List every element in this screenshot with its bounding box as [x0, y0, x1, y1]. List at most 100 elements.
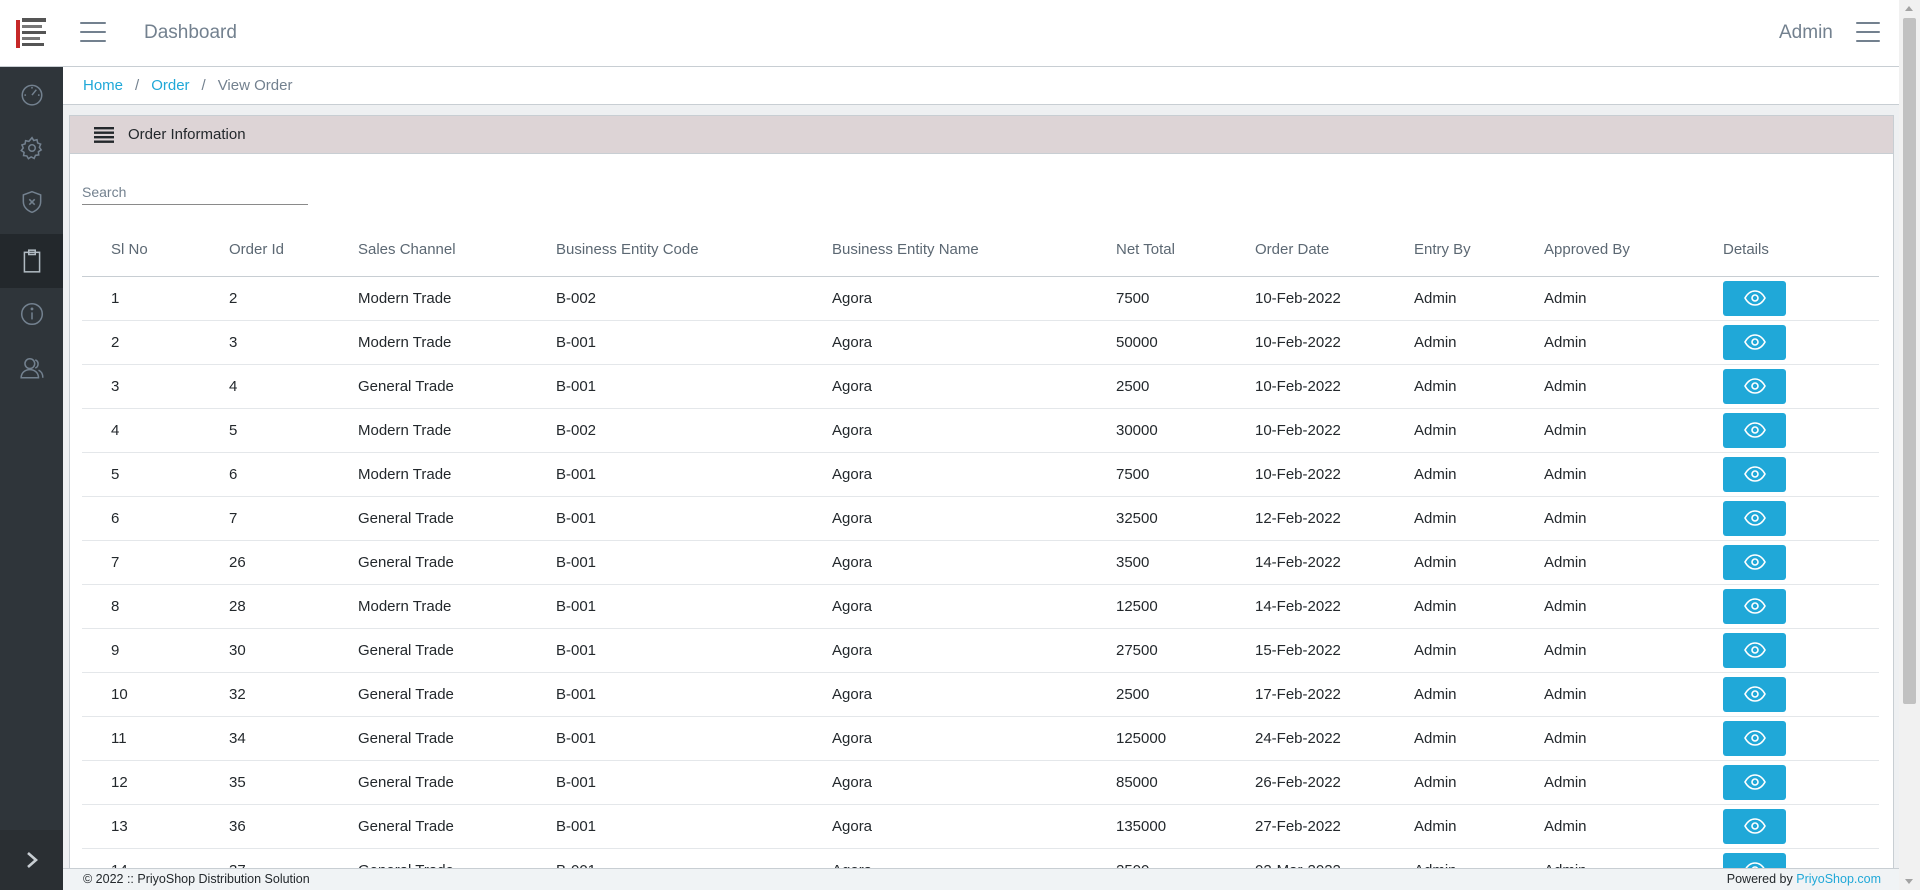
cell-sl-no: 13: [82, 804, 200, 849]
cell-order-date: 10-Feb-2022: [1226, 408, 1385, 453]
scroll-thumb[interactable]: [1903, 18, 1916, 704]
cell-sl-no: 1: [82, 276, 200, 321]
speedometer-icon: [20, 84, 43, 106]
sidebar-item-settings[interactable]: [0, 121, 63, 175]
table-row: 1 2 Modern Trade B-002 Agora 7500 10-Feb-2022 A…: [82, 276, 1879, 321]
sidebar-item-dashboard[interactable]: [0, 67, 63, 121]
footer-powered: Powered by PriyoShop.com: [1727, 872, 1881, 886]
cell-order-id: 36: [200, 804, 329, 849]
column-header-sales-channel[interactable]: Sales Channel: [329, 224, 527, 277]
cell-net-total: 135000: [1087, 804, 1226, 849]
cell-sales-channel: Modern Trade: [329, 452, 527, 497]
eye-icon: [1743, 686, 1766, 702]
cell-entity-code: B-001: [527, 628, 803, 673]
chevron-right-icon: [26, 852, 38, 868]
table-row: 2 3 Modern Trade B-001 Agora 50000 10-Feb-2022…: [82, 320, 1879, 365]
list-icon: [94, 126, 114, 143]
sidebar-item-users[interactable]: [0, 341, 63, 395]
cell-approved-by: Admin: [1515, 364, 1694, 409]
column-header-entity-code[interactable]: Business Entity Code: [527, 224, 803, 277]
cell-entity-name: Agora: [803, 276, 1087, 321]
search-input[interactable]: [82, 180, 308, 205]
view-details-button[interactable]: [1723, 500, 1786, 536]
column-header-details[interactable]: Details: [1694, 224, 1879, 277]
cell-sl-no: 8: [82, 584, 200, 629]
column-header-sl-no[interactable]: Sl No: [82, 224, 200, 277]
column-header-net-total[interactable]: Net Total: [1087, 224, 1226, 277]
sidebar-item-security[interactable]: [0, 175, 63, 229]
cell-approved-by: Admin: [1515, 804, 1694, 849]
column-header-entry-by[interactable]: Entry By: [1385, 224, 1515, 277]
cell-order-date: 14-Feb-2022: [1226, 540, 1385, 585]
cell-order-id: 4: [200, 364, 329, 409]
cell-details: [1694, 276, 1879, 321]
breadcrumb: Home / Order / View Order: [63, 67, 1899, 105]
breadcrumb-home[interactable]: Home: [83, 77, 123, 94]
column-header-order-id[interactable]: Order Id: [200, 224, 329, 277]
sidebar-item-order[interactable]: [0, 234, 63, 288]
cell-net-total: 7500: [1087, 452, 1226, 497]
view-details-button[interactable]: [1723, 720, 1786, 756]
cell-entity-name: Agora: [803, 452, 1087, 497]
cell-order-id: 34: [200, 716, 329, 761]
view-details-button[interactable]: [1723, 280, 1786, 316]
cell-entry-by: Admin: [1385, 320, 1515, 365]
cell-net-total: 2500: [1087, 672, 1226, 717]
cell-order-date: 10-Feb-2022: [1226, 364, 1385, 409]
footer-powered-link[interactable]: PriyoShop.com: [1796, 872, 1881, 886]
view-details-button[interactable]: [1723, 544, 1786, 580]
view-details-button[interactable]: [1723, 412, 1786, 448]
sidebar-minimize-button[interactable]: [0, 830, 63, 890]
breadcrumb-order[interactable]: Order: [151, 77, 189, 94]
cell-sl-no: 2: [82, 320, 200, 365]
scroll-down-arrow[interactable]: [1905, 879, 1913, 884]
column-header-order-date[interactable]: Order Date: [1226, 224, 1385, 277]
column-header-approved-by[interactable]: Approved By: [1515, 224, 1694, 277]
cell-order-date: 27-Feb-2022: [1226, 804, 1385, 849]
cell-sales-channel: General Trade: [329, 760, 527, 805]
footer-copyright: © 2022 :: PriyoShop Distribution Solutio…: [83, 872, 310, 886]
view-details-button[interactable]: [1723, 324, 1786, 360]
brand-logo[interactable]: [14, 16, 48, 52]
cell-details: [1694, 584, 1879, 629]
breadcrumb-current: View Order: [217, 77, 293, 94]
dashboard-link[interactable]: Dashboard: [144, 22, 237, 44]
cell-entry-by: Admin: [1385, 364, 1515, 409]
view-details-button[interactable]: [1723, 764, 1786, 800]
cell-entry-by: Admin: [1385, 628, 1515, 673]
cell-sl-no: 10: [82, 672, 200, 717]
cell-sl-no: 5: [82, 452, 200, 497]
view-details-button[interactable]: [1723, 632, 1786, 668]
cell-order-date: 24-Feb-2022: [1226, 716, 1385, 761]
cell-net-total: 125000: [1087, 716, 1226, 761]
view-details-button[interactable]: [1723, 676, 1786, 712]
cell-order-id: 2: [200, 276, 329, 321]
cell-sl-no: 3: [82, 364, 200, 409]
order-information-card: Order Information Sl NoOrder IdSales Cha…: [69, 115, 1894, 875]
view-details-button[interactable]: [1723, 808, 1786, 844]
view-details-button[interactable]: [1723, 588, 1786, 624]
scroll-up-arrow[interactable]: [1905, 6, 1913, 11]
aside-menu-button[interactable]: [1856, 22, 1880, 44]
cell-net-total: 3500: [1087, 540, 1226, 585]
cell-net-total: 7500: [1087, 276, 1226, 321]
cell-approved-by: Admin: [1515, 408, 1694, 453]
cell-approved-by: Admin: [1515, 540, 1694, 585]
user-name[interactable]: Admin: [1779, 22, 1833, 44]
table-row: 3 4 General Trade B-001 Agora 2500 10-Feb-2022…: [82, 364, 1879, 409]
column-header-entity-name[interactable]: Business Entity Name: [803, 224, 1087, 277]
view-details-button[interactable]: [1723, 456, 1786, 492]
cell-sl-no: 7: [82, 540, 200, 585]
table-row: 6 7 General Trade B-001 Agora 32500 12-Feb-202…: [82, 496, 1879, 541]
cell-entity-name: Agora: [803, 628, 1087, 673]
view-details-button[interactable]: [1723, 368, 1786, 404]
page-scrollbar[interactable]: [1899, 0, 1920, 890]
sidebar-toggle-button[interactable]: [80, 22, 106, 44]
cell-sl-no: 6: [82, 496, 200, 541]
table-row: 4 5 Modern Trade B-002 Agora 30000 10-Feb-2022…: [82, 408, 1879, 453]
cell-details: [1694, 364, 1879, 409]
breadcrumb-separator: /: [135, 77, 140, 94]
breadcrumb-separator: /: [201, 77, 206, 94]
sidebar-item-info[interactable]: [0, 287, 63, 341]
cell-entry-by: Admin: [1385, 584, 1515, 629]
